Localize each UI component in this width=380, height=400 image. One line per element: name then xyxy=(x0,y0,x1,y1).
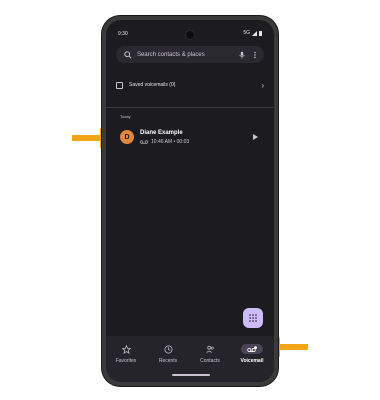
contacts-icon xyxy=(205,345,214,353)
nav-favorites[interactable]: Favorites xyxy=(106,344,146,364)
phone-frame: 9:30 5G Search contacts & places Saved v… xyxy=(102,16,278,386)
star-icon xyxy=(121,344,131,354)
battery-icon xyxy=(259,30,262,36)
chevron-right-icon: › xyxy=(261,80,264,90)
search-icon xyxy=(124,50,132,59)
saved-voicemails-row[interactable]: Saved voicemails (0) › xyxy=(116,78,264,92)
dialpad-fab[interactable] xyxy=(243,308,263,328)
saved-voicemails-label: Saved voicemails (0) xyxy=(129,82,176,88)
search-placeholder: Search contacts & places xyxy=(137,51,205,58)
phone-screen: 9:30 5G Search contacts & places Saved v… xyxy=(106,20,274,382)
status-icons: 5G xyxy=(243,30,262,36)
nav-label-voicemail: Voicemail xyxy=(240,358,264,364)
signal-icon xyxy=(252,30,257,36)
bottom-navigation: Favorites Recents Contacts Voicemail xyxy=(106,336,274,382)
section-header-today: Today xyxy=(120,114,131,119)
active-tab-indicator xyxy=(241,344,263,354)
voicemail-list-item[interactable]: D Diane Example 10:46 AM • 00:03 xyxy=(118,128,262,152)
nav-voicemail[interactable]: Voicemail xyxy=(232,344,272,364)
voicemail-caller-name: Diane Example xyxy=(140,130,183,136)
mic-icon[interactable] xyxy=(238,51,246,59)
front-camera xyxy=(185,30,195,40)
nav-label-recents: Recents xyxy=(158,358,178,364)
nav-label-contacts: Contacts xyxy=(200,358,220,364)
clock-icon xyxy=(164,345,172,353)
play-icon[interactable] xyxy=(253,134,258,140)
network-label: 5G xyxy=(243,30,250,36)
divider xyxy=(106,107,274,108)
nav-recents[interactable]: Recents xyxy=(148,344,188,364)
more-options-icon[interactable] xyxy=(252,51,258,59)
voicemail-meta: 10:46 AM • 00:03 xyxy=(140,139,189,145)
nav-contacts[interactable]: Contacts xyxy=(190,344,230,364)
voicemail-time-duration: 10:46 AM • 00:03 xyxy=(151,139,190,145)
nav-label-favorites: Favorites xyxy=(115,358,137,364)
search-bar[interactable]: Search contacts & places xyxy=(116,46,264,63)
avatar: D xyxy=(120,130,134,144)
voicemail-tab-icon xyxy=(247,345,257,352)
dialpad-icon xyxy=(249,314,257,322)
status-time: 9:30 xyxy=(118,31,128,37)
saved-voicemails-icon xyxy=(116,81,123,89)
voicemail-icon xyxy=(140,140,148,144)
gesture-home-bar[interactable] xyxy=(172,374,210,376)
